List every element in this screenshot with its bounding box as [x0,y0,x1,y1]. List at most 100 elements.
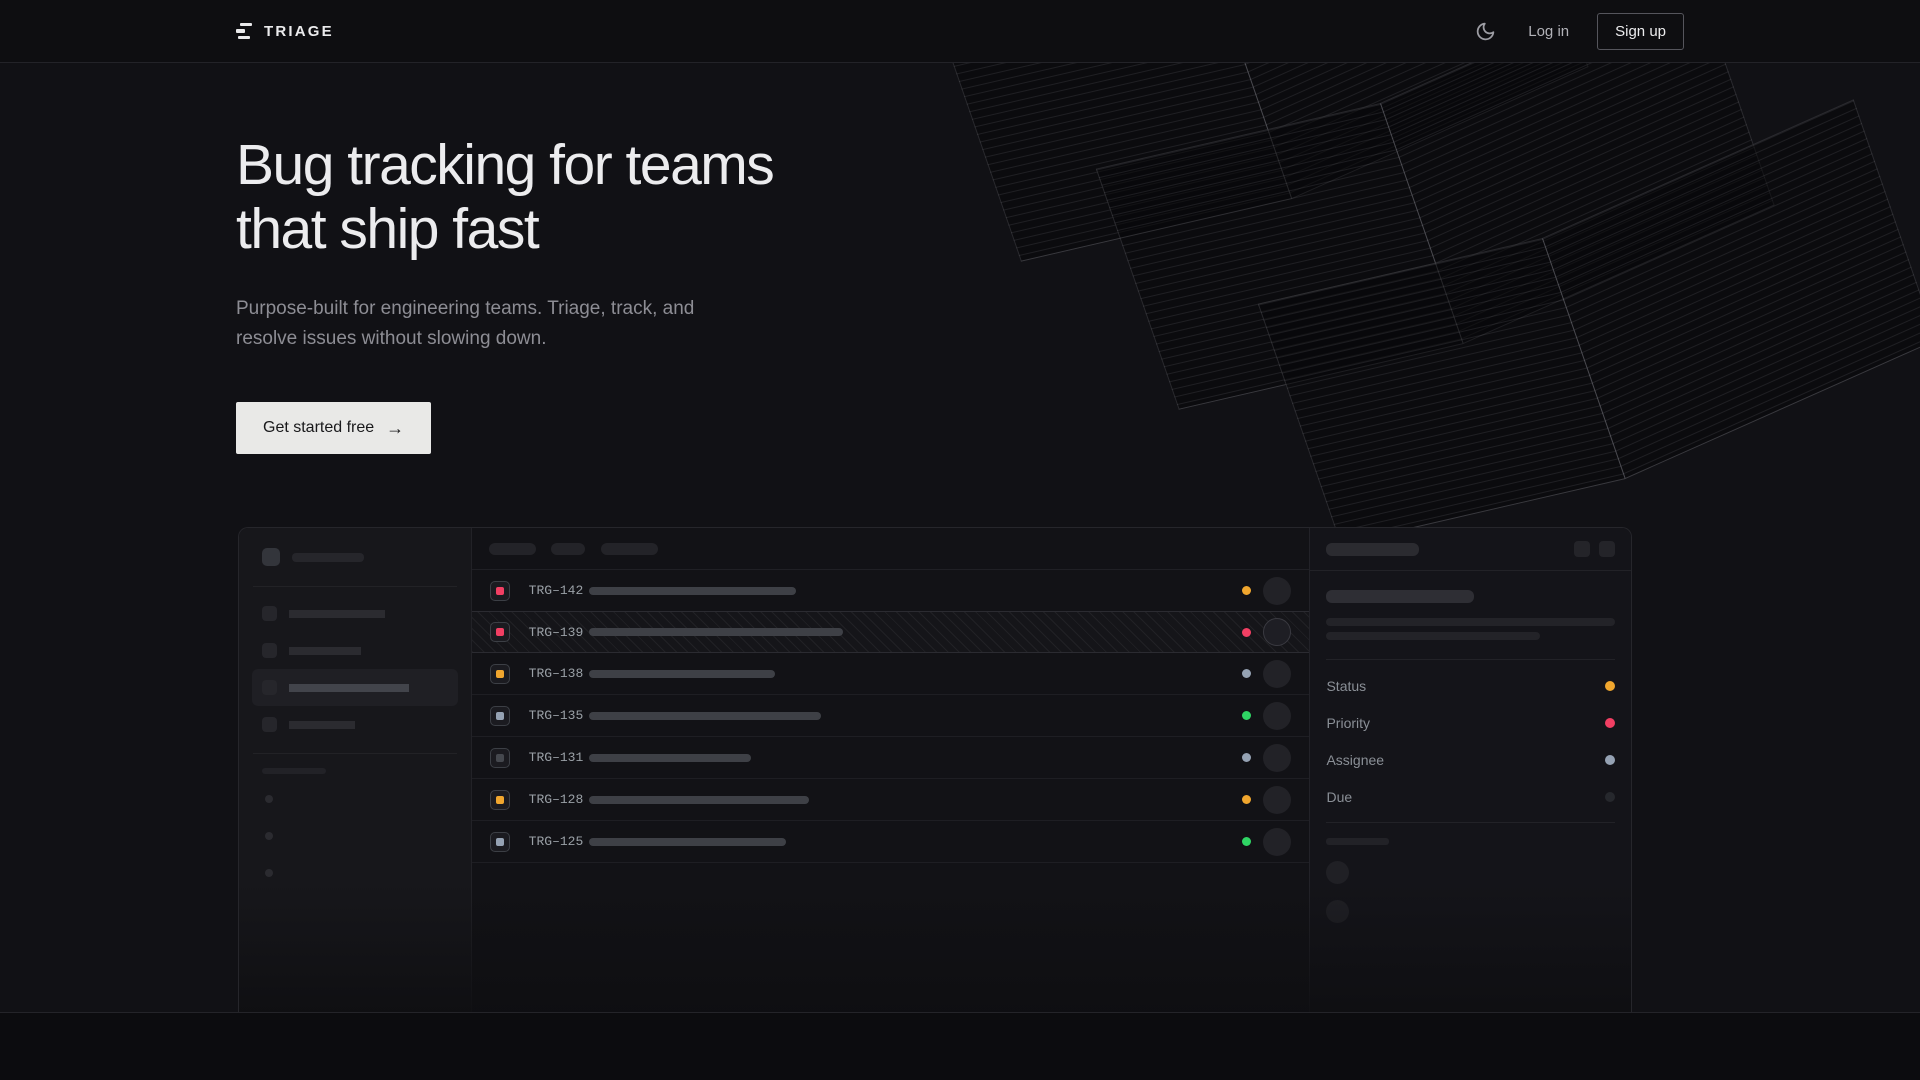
due-dot [1605,792,1615,802]
brand-logo[interactable]: TRIAGE [236,23,334,40]
issue-type-icon [490,706,510,726]
assignee-avatar [1263,660,1291,688]
hero-subtitle: Purpose-built for engineering teams. Tri… [236,294,1920,354]
issue-row: TRG–135 [472,695,1310,737]
field-list: Status Priority Assignee Due [1326,667,1615,815]
status-dot [1242,586,1251,595]
issue-id: TRG–138 [529,666,589,681]
status-dot [1242,628,1251,637]
field-label: Due [1326,789,1352,805]
hero-section: Bug tracking for teams that ship fast Pu… [0,63,1920,1013]
issue-type-icon [490,832,510,852]
issue-type-dot [496,796,504,804]
issue-list: TRG–142 TRG–139 TRG–138 [472,528,1310,1013]
sidebar-nav-item-active [252,669,458,706]
nav-actions: Log in Sign up [1471,13,1684,50]
sidebar-nav-item [239,632,471,669]
assignee-avatar [1263,702,1291,730]
issue-title-skeleton [589,587,796,595]
subtitle-line-1: Purpose-built for engineering teams. Tri… [236,294,1920,324]
field-label: Status [1326,678,1366,694]
issue-type-dot [496,838,504,846]
field-label: Assignee [1326,752,1384,768]
field-label: Priority [1326,715,1370,731]
skeleton-dot [265,795,273,803]
issue-type-icon [490,581,510,601]
assignee-avatar [1263,744,1291,772]
theme-toggle-button[interactable] [1471,17,1500,46]
skeleton-bar [262,768,326,774]
issue-type-icon [490,748,510,768]
title-line-1: Bug tracking for teams [236,133,1920,197]
divider [1326,822,1615,823]
field-row: Status [1326,667,1615,704]
issue-title-skeleton [589,628,843,636]
status-dot [1242,669,1251,678]
skeleton-bar [1326,543,1419,556]
login-link[interactable]: Log in [1528,23,1569,40]
divider [1326,659,1615,660]
page-title: Bug tracking for teams that ship fast [236,133,1920,261]
triage-logo-icon [236,23,253,40]
status-dot [1242,837,1251,846]
workspace-row [239,548,471,566]
get-started-button[interactable]: Get started free → [236,402,431,454]
issue-type-dot [496,670,504,678]
issue-type-dot [496,628,504,636]
priority-dot [1605,718,1615,728]
nav-icon-skeleton [262,680,277,695]
skeleton-bar [292,553,364,562]
issue-row: TRG–128 [472,779,1310,821]
filter-pill-skeleton [601,543,658,555]
issue-id: TRG–139 [529,625,589,640]
description-skeleton [1326,632,1540,640]
status-dot [1242,753,1251,762]
brand-name: TRIAGE [264,23,334,40]
description-skeleton [1326,618,1615,626]
detail-panel-header [1310,528,1631,570]
comment-avatar-skeleton [1326,861,1349,884]
filter-pill-skeleton [489,543,536,555]
workspace-avatar-skeleton [262,548,280,566]
issue-title-skeleton [589,796,809,804]
logo-bar [240,23,252,27]
assignee-dot [1605,755,1615,765]
moon-icon [1475,21,1496,42]
divider [253,586,457,587]
issue-id: TRG–125 [529,834,589,849]
field-row: Assignee [1326,741,1615,778]
issue-title-skeleton [589,838,786,846]
detail-panel-body: Status Priority Assignee Due [1310,571,1631,923]
arrow-right-icon: → [386,419,404,437]
issue-type-icon [490,790,510,810]
get-started-label: Get started free [263,419,374,437]
issue-id: TRG–142 [529,583,589,598]
issue-row: TRG–138 [472,653,1310,695]
issue-type-dot [496,754,504,762]
title-line-2: that ship fast [236,197,1920,261]
skeleton-dot [265,869,273,877]
issue-title-skeleton [589,670,775,678]
skeleton-dot [265,832,273,840]
panel-action-skeleton [1574,541,1590,557]
detail-panel: Status Priority Assignee Due [1309,528,1631,1013]
app-mockup: TRG–142 TRG–139 TRG–138 [238,527,1632,1013]
issue-title-skeleton [1326,590,1474,603]
footer [0,1013,1920,1079]
issue-list-header [472,528,1310,570]
skeleton-bar [289,610,385,618]
divider [253,753,457,754]
panel-action-skeleton [1599,541,1615,557]
signup-button[interactable]: Sign up [1597,13,1684,50]
status-dot [1242,795,1251,804]
issue-row: TRG–125 [472,821,1310,863]
issue-title-skeleton [589,754,751,762]
assignee-avatar [1263,828,1291,856]
assignee-avatar [1263,577,1291,605]
comment-avatar-skeleton [1326,900,1349,923]
logo-bar [236,29,245,33]
issue-row-highlighted: TRG–139 [472,611,1310,653]
issue-title-skeleton [589,712,821,720]
issue-id: TRG–131 [529,750,589,765]
issue-row: TRG–142 [472,570,1310,612]
